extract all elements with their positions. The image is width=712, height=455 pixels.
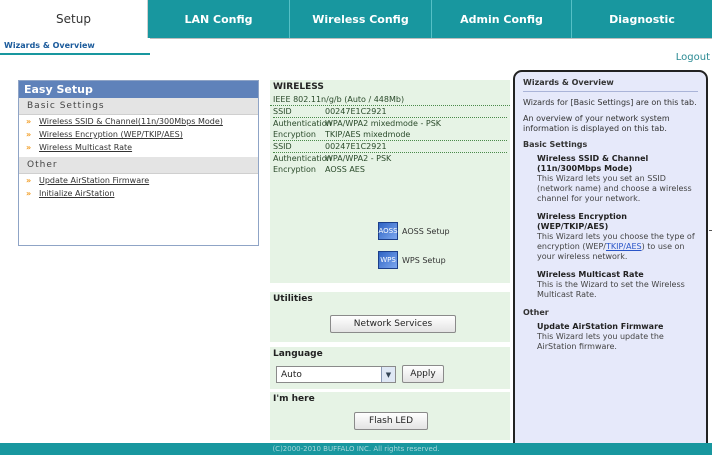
easy-setup-panel: Easy Setup Basic Settings » Wireless SSI…: [18, 80, 259, 246]
help-other-header: Other: [523, 308, 549, 317]
wizard-ssid-channel-link[interactable]: » Wireless SSID & Channel(11n/300Mbps Mo…: [19, 115, 258, 128]
tkip-aes-link[interactable]: TKIP/AES: [606, 242, 642, 251]
wireless-row: Authentication WPA/WPA2 mixedmode - PSK: [273, 118, 507, 129]
apply-button[interactable]: Apply: [402, 365, 444, 383]
im-here-title: I'm here: [273, 394, 315, 404]
help-item-text: This is the Wizard to set the Wireless M…: [537, 280, 685, 299]
wireless-row: Authentication WPA/WPA2 - PSK: [273, 153, 507, 164]
im-here-section: I'm here Flash LED: [270, 392, 510, 440]
help-item-title: Wireless Multicast Rate: [537, 270, 644, 279]
help-item-text: This Wizard lets you update the AirStati…: [537, 332, 664, 351]
help-panel: Wizards & Overview Wizards for [Basic Se…: [513, 70, 708, 452]
wireless-row-key: Encryption: [273, 130, 316, 139]
wireless-info: SSID 00247E1C2921 Authentication WPA/WPA2 …: [270, 106, 510, 175]
wps-icon: WPS: [378, 251, 398, 269]
update-firmware-label: Update AirStation Firmware: [39, 176, 150, 185]
easy-setup-title: Easy Setup: [19, 81, 258, 98]
wireless-section: WIRELESS IEEE 802.11n/g/b (Auto / 448Mb)…: [270, 80, 510, 283]
help-item-text: This Wizard lets you set an SSID (networ…: [537, 174, 692, 203]
help-title: Wizards & Overview: [523, 78, 698, 92]
wps-setup-label: WPS Setup: [402, 255, 446, 265]
flash-led-button[interactable]: Flash LED: [354, 412, 428, 430]
wizard-encryption-link[interactable]: » Wireless Encryption (WEP/TKIP/AES): [19, 128, 258, 141]
language-section: Language Auto ▼ Apply: [270, 347, 510, 389]
wizard-ssid-channel-label: Wireless SSID & Channel(11n/300Mbps Mode…: [39, 117, 223, 126]
help-basic-header: Basic Settings: [523, 140, 588, 149]
chevron-right-icon: »: [26, 117, 32, 126]
utilities-title: Utilities: [273, 294, 313, 304]
chevron-down-icon: ▼: [381, 367, 395, 382]
wireless-row-value: WPA/WPA2 - PSK: [325, 154, 392, 163]
network-services-button[interactable]: Network Services: [330, 315, 456, 333]
wireless-row-value: 00247E1C2921: [325, 107, 387, 116]
help-item-title: Wireless SSID & Channel (11n/300Mbps Mod…: [537, 154, 649, 173]
tab-diagnostic[interactable]: Diagnostic: [572, 0, 712, 38]
wireless-row-key: Authentication: [273, 154, 332, 163]
tab-lan-config[interactable]: LAN Config: [148, 0, 290, 38]
subnav-divider: [150, 38, 712, 57]
wizard-multicast-link[interactable]: » Wireless Multicast Rate: [19, 141, 258, 154]
wireless-row: Encryption AOSS AES: [273, 164, 507, 175]
chevron-right-icon: »: [26, 143, 32, 152]
help-intro-1: Wizards for [Basic Settings] are on this…: [523, 98, 697, 107]
wireless-title: WIRELESS: [273, 82, 324, 92]
wireless-row-value: WPA/WPA2 mixedmode - PSK: [325, 119, 442, 128]
wireless-row-key: Encryption: [273, 165, 316, 174]
help-item-title: Wireless Encryption (WEP/TKIP/AES): [537, 212, 627, 231]
other-header: Other: [19, 157, 258, 174]
initialize-link[interactable]: » Initialize AirStation: [19, 187, 258, 200]
wireless-row-key: SSID: [273, 107, 292, 116]
language-title: Language: [273, 349, 323, 359]
wireless-row: SSID 00247E1C2921: [273, 106, 507, 118]
utilities-section: Utilities Network Services: [270, 292, 510, 342]
chevron-right-icon: »: [26, 130, 32, 139]
chevron-right-icon: »: [26, 189, 32, 198]
language-selected-value: Auto: [281, 369, 302, 380]
aoss-setup-label: AOSS Setup: [402, 226, 450, 236]
tab-wireless-config[interactable]: Wireless Config: [290, 0, 432, 38]
wireless-mode: IEEE 802.11n/g/b (Auto / 448Mb): [270, 94, 510, 106]
wireless-row-value: TKIP/AES mixedmode: [325, 130, 411, 139]
wireless-row: SSID 00247E1C2921: [273, 141, 507, 153]
wizard-multicast-label: Wireless Multicast Rate: [39, 143, 133, 152]
tab-admin-config[interactable]: Admin Config: [432, 0, 572, 38]
help-intro-2: An overview of your network system infor…: [523, 114, 670, 133]
wireless-row-key: Authentication: [273, 119, 332, 128]
wireless-row-value: AOSS AES: [325, 165, 365, 174]
wireless-row-key: SSID: [273, 142, 292, 151]
wireless-row-value: 00247E1C2921: [325, 142, 387, 151]
aoss-setup-button[interactable]: AOSS AOSS Setup: [378, 222, 450, 240]
router-admin-page: Setup LAN Config Wireless Config Admin C…: [0, 0, 712, 455]
footer-copyright: (C)2000-2010 BUFFALO INC. All rights res…: [0, 443, 712, 455]
logout-link[interactable]: Logout: [676, 52, 710, 63]
chevron-right-icon: »: [26, 176, 32, 185]
subtab-wizards-overview[interactable]: Wizards & Overview: [0, 38, 150, 55]
wizard-encryption-label: Wireless Encryption (WEP/TKIP/AES): [39, 130, 183, 139]
basic-settings-header: Basic Settings: [19, 98, 258, 115]
update-firmware-link[interactable]: » Update AirStation Firmware: [19, 174, 258, 187]
initialize-label: Initialize AirStation: [39, 189, 115, 198]
help-item-title: Update AirStation Firmware: [537, 322, 664, 331]
help-item-text: This Wizard lets you choose the type of …: [537, 232, 698, 262]
aoss-icon: AOSS: [378, 222, 398, 240]
wireless-row: Encryption TKIP/AES mixedmode: [273, 129, 507, 141]
language-select[interactable]: Auto ▼: [276, 366, 396, 383]
wps-setup-button[interactable]: WPS WPS Setup: [378, 251, 446, 269]
tab-setup[interactable]: Setup: [0, 0, 148, 38]
top-nav: Setup LAN Config Wireless Config Admin C…: [0, 0, 712, 38]
